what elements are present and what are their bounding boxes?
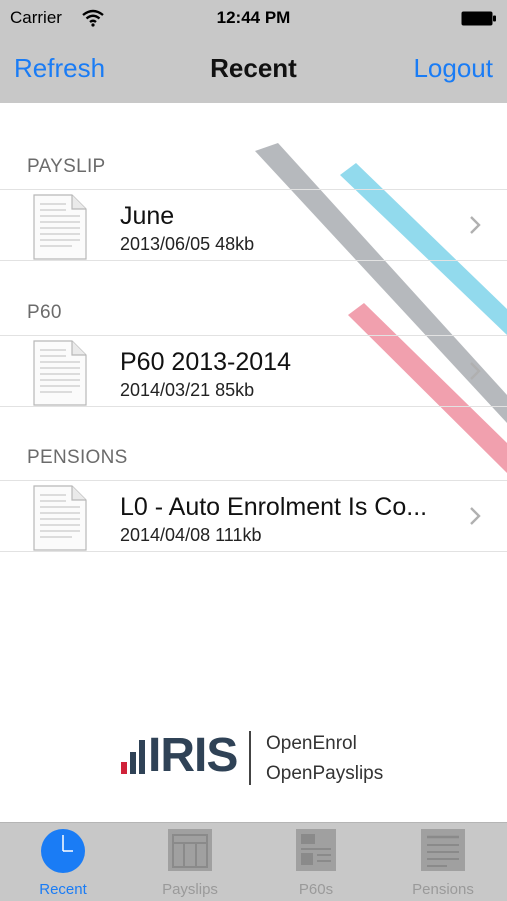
chevron-right-icon: [468, 505, 482, 527]
item-subtitle: 2014/04/08 111kb: [120, 525, 262, 545]
section-header-pensions: PENSIONS: [27, 447, 128, 468]
chevron-right-icon: [468, 360, 482, 382]
logout-button[interactable]: Logout: [413, 53, 493, 84]
item-title: L0 - Auto Enrolment Is Co...: [120, 493, 428, 521]
list-item[interactable]: L0 - Auto Enrolment Is Co... 2014/04/08 …: [0, 480, 507, 552]
document-icon: [32, 485, 88, 551]
tab-label: Pensions: [412, 881, 474, 898]
tab-recent[interactable]: Recent: [0, 823, 126, 901]
logo-divider: [249, 731, 251, 785]
item-subtitle: 2013/06/05 48kb: [120, 234, 255, 254]
clock-icon: [39, 827, 87, 873]
chevron-right-icon: [468, 214, 482, 236]
tab-payslips[interactable]: Payslips: [127, 823, 253, 901]
iris-logo: IRIS OpenEnrol OpenPayslips: [120, 728, 390, 788]
document-icon: [32, 194, 88, 260]
logo-line-openpayslips: OpenPayslips: [266, 763, 384, 784]
item-title: P60 2013-2014: [120, 348, 291, 376]
list-item[interactable]: June 2013/06/05 48kb: [0, 189, 507, 261]
battery-icon: [461, 11, 497, 26]
payslip-icon: [166, 827, 214, 873]
logo-bars-icon: [121, 740, 145, 774]
pensions-icon: [419, 827, 467, 873]
item-subtitle: 2014/03/21 85kb: [120, 380, 255, 400]
navigation-bar: Refresh Recent Logout: [0, 36, 507, 103]
tab-bar: Recent Payslips P60s Pensions: [0, 822, 507, 901]
item-title: June: [120, 202, 175, 230]
tab-label: Recent: [39, 881, 87, 898]
section-header-payslip: PAYSLIP: [27, 156, 106, 177]
logo-brand-text: IRIS: [148, 729, 238, 782]
status-bar: Carrier 12:44 PM: [0, 0, 507, 36]
tab-p60s[interactable]: P60s: [253, 823, 379, 901]
section-header-p60: P60: [27, 302, 62, 323]
tab-label: Payslips: [162, 881, 218, 898]
clock-time: 12:44 PM: [216, 8, 291, 27]
document-icon: [32, 340, 88, 406]
tab-label: P60s: [298, 881, 334, 898]
tab-pensions[interactable]: Pensions: [380, 823, 506, 901]
list-item[interactable]: P60 2013-2014 2014/03/21 85kb: [0, 335, 507, 407]
p60-icon: [292, 827, 340, 873]
logo-line-openenrol: OpenEnrol: [266, 733, 357, 754]
